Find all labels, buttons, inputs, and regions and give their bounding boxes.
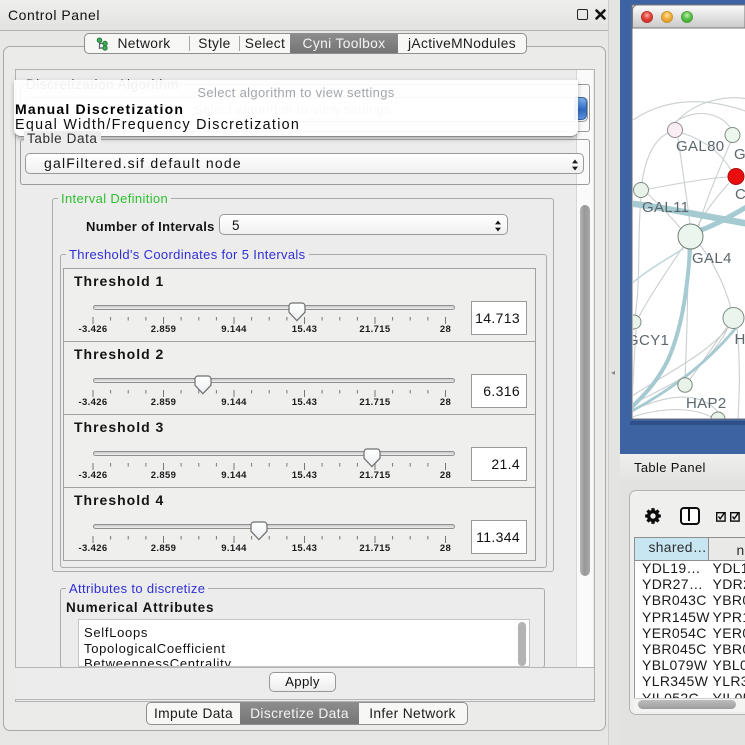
- svg-text:GAL11: GAL11: [642, 199, 689, 216]
- svg-text:GAL80: GAL80: [676, 138, 724, 155]
- svg-text:GA: GA: [734, 146, 745, 163]
- svg-text:GAL4: GAL4: [692, 250, 732, 267]
- svg-text:HAP2: HAP2: [686, 395, 727, 412]
- svg-text:GCY1: GCY1: [627, 332, 669, 349]
- svg-text:H: H: [735, 331, 745, 348]
- svg-text:C: C: [735, 186, 745, 203]
